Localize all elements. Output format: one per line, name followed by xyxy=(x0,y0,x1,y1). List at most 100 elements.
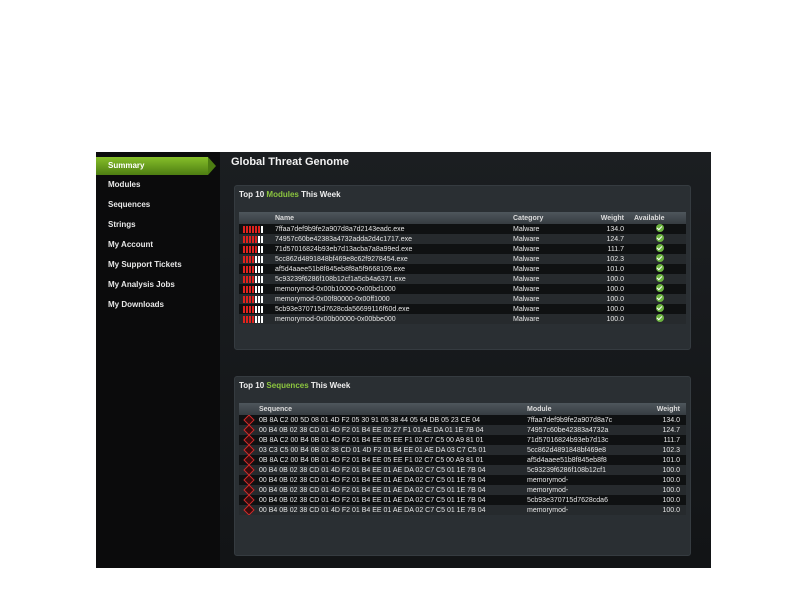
threat-meter-bar xyxy=(255,295,257,303)
sequence-module-cell[interactable]: af5d4aaee51b8f845eb8f8 xyxy=(527,455,628,465)
table-row[interactable]: 5c93239f6286f108b12cf1a5cb4a6371.exe Malw… xyxy=(239,274,686,284)
sidebar-item-strings[interactable]: Strings xyxy=(96,215,220,235)
table-row[interactable]: 00 B4 0B 02 38 CD 01 4D F2 01 B4 EE 01 A… xyxy=(239,495,686,505)
sequence-bytes-cell[interactable]: 0B 8A C2 00 5D 08 01 4D F2 05 30 91 05 3… xyxy=(259,415,527,425)
module-name-cell[interactable]: 74957c60be42383a4732adda2d4c1717.exe xyxy=(275,234,513,244)
module-weight-cell: 100.0 xyxy=(571,304,634,314)
table-row[interactable]: 0B 8A C2 00 B4 0B 01 4D F2 01 B4 EE 05 E… xyxy=(239,455,686,465)
sequence-module-cell[interactable]: memorymod- xyxy=(527,505,628,515)
col-weight-header[interactable]: Weight xyxy=(571,212,634,224)
module-weight-cell: 111.7 xyxy=(571,244,634,254)
table-row[interactable]: 71d57016824b93eb7d13acba7a8a99ed.exe Malw… xyxy=(239,244,686,254)
sequences-table: Sequence Module Weight 0B 8A C2 00 5D 08… xyxy=(239,403,686,515)
threat-meter-bar xyxy=(258,245,260,253)
module-name-cell[interactable]: 5c93239f6286f108b12cf1a5cb4a6371.exe xyxy=(275,274,513,284)
table-row[interactable]: memorymod-0x00b00000-0x00bbe000 Malware 10… xyxy=(239,314,686,324)
col-sequence-header[interactable]: Sequence xyxy=(259,403,527,415)
check-circle-icon xyxy=(656,314,664,322)
table-row[interactable]: 03 C3 C5 00 B4 0B 02 38 CD 01 4D F2 01 B… xyxy=(239,445,686,455)
threat-meter-bar xyxy=(246,295,248,303)
table-row[interactable]: 7ffaa7def9b9fe2a907d8a7d2143eadc.exe Malw… xyxy=(239,224,686,234)
col-name-header[interactable]: Name xyxy=(275,212,513,224)
module-name-cell[interactable]: 7ffaa7def9b9fe2a907d8a7d2143eadc.exe xyxy=(275,224,513,234)
sidebar-item-sequences[interactable]: Sequences xyxy=(96,195,220,215)
table-row[interactable]: 00 B4 0B 02 38 CD 01 4D F2 01 B4 EE 01 A… xyxy=(239,485,686,495)
sidebar-item-my-analysis-jobs[interactable]: My Analysis Jobs xyxy=(96,275,220,295)
threat-meter-bar xyxy=(255,305,257,313)
module-name-cell[interactable]: 5cb93e370715d7628cda56699116f60d.exe xyxy=(275,304,513,314)
module-category-cell: Malware xyxy=(513,244,571,254)
table-row[interactable]: 00 B4 0B 02 38 CD 01 4D F2 01 B4 EE 01 A… xyxy=(239,505,686,515)
table-row[interactable]: af5d4aaee51b8f845eb8f8a5f9668109.exe Malw… xyxy=(239,264,686,274)
sequence-icon-cell xyxy=(239,465,259,475)
sidebar-item-my-support-tickets[interactable]: My Support Tickets xyxy=(96,255,220,275)
sequences-panel: Top 10 Sequences This Week Sequence Modu… xyxy=(234,376,691,556)
threat-meter-bar xyxy=(261,295,263,303)
threat-meter-bars xyxy=(239,274,275,284)
sequence-bytes-cell[interactable]: 00 B4 0B 02 38 CD 01 4D F2 01 B4 EE 01 A… xyxy=(259,465,527,475)
threat-meter-bar xyxy=(255,245,257,253)
sequence-bytes-cell[interactable]: 00 B4 0B 02 38 CD 01 4D F2 01 B4 EE 02 2… xyxy=(259,425,527,435)
sequence-weight-cell: 100.0 xyxy=(628,505,686,515)
sidebar-item-modules[interactable]: Modules xyxy=(96,175,220,195)
module-name-cell[interactable]: af5d4aaee51b8f845eb8f8a5f9668109.exe xyxy=(275,264,513,274)
module-name-cell[interactable]: memorymod-0x00b10000-0x00bd1000 xyxy=(275,284,513,294)
sequence-module-cell[interactable]: memorymod- xyxy=(527,475,628,485)
module-category-cell: Malware xyxy=(513,254,571,264)
module-available-cell xyxy=(634,274,686,284)
table-row[interactable]: 0B 8A C2 00 5D 08 01 4D F2 05 30 91 05 3… xyxy=(239,415,686,425)
sequence-weight-cell: 100.0 xyxy=(628,495,686,505)
threat-meter-bar xyxy=(261,235,263,243)
sequence-module-cell[interactable]: memorymod- xyxy=(527,485,628,495)
sequence-module-cell[interactable]: 5c93239f6286f108b12cf1 xyxy=(527,465,628,475)
sequence-weight-cell: 100.0 xyxy=(628,485,686,495)
modules-table-body: 7ffaa7def9b9fe2a907d8a7d2143eadc.exe Malw… xyxy=(239,224,686,324)
sidebar-item-summary[interactable]: Summary xyxy=(96,157,216,175)
module-name-cell[interactable]: memorymod-0x00b00000-0x00bbe000 xyxy=(275,314,513,324)
threat-meter-bars xyxy=(239,294,275,304)
module-available-cell xyxy=(634,244,686,254)
table-row[interactable]: 00 B4 0B 02 38 CD 01 4D F2 01 B4 EE 02 2… xyxy=(239,425,686,435)
sequence-bytes-cell[interactable]: 00 B4 0B 02 38 CD 01 4D F2 01 B4 EE 01 A… xyxy=(259,505,527,515)
sequence-module-cell[interactable]: 5cc862d4891848bf469e8 xyxy=(527,445,628,455)
threat-meter-bar xyxy=(252,285,254,293)
sidebar-item-my-downloads[interactable]: My Downloads xyxy=(96,295,220,315)
sequence-module-cell[interactable]: 7ffaa7def9b9fe2a907d8a7c xyxy=(527,415,628,425)
sequence-bytes-cell[interactable]: 0B 8A C2 00 B4 0B 01 4D F2 01 B4 EE 05 E… xyxy=(259,435,527,445)
table-row[interactable]: memorymod-0x00f80000-0x00ff1000 Malware 10… xyxy=(239,294,686,304)
sequence-module-cell[interactable]: 5cb93e370715d7628cda6 xyxy=(527,495,628,505)
threat-meter-bar xyxy=(258,265,260,273)
main-content: Global Threat Genome Top 10 Modules This… xyxy=(220,152,711,568)
table-row[interactable]: 74957c60be42383a4732adda2d4c1717.exe Malw… xyxy=(239,234,686,244)
table-row[interactable]: 5cc862d4891848bf469e8c62f9278454.exe Malw… xyxy=(239,254,686,264)
module-name-cell[interactable]: memorymod-0x00f80000-0x00ff1000 xyxy=(275,294,513,304)
module-name-cell[interactable]: 71d57016824b93eb7d13acba7a8a99ed.exe xyxy=(275,244,513,254)
threat-meter-bars xyxy=(239,244,275,254)
table-row[interactable]: 00 B4 0B 02 38 CD 01 4D F2 01 B4 EE 01 A… xyxy=(239,475,686,485)
modules-panel: Top 10 Modules This Week Name Category W… xyxy=(234,185,691,350)
threat-meter-bar xyxy=(249,245,251,253)
col-category-header[interactable]: Category xyxy=(513,212,571,224)
check-circle-icon xyxy=(656,264,664,272)
col-available-header[interactable]: Available xyxy=(634,212,686,224)
module-name-cell[interactable]: 5cc862d4891848bf469e8c62f9278454.exe xyxy=(275,254,513,264)
sequence-bytes-cell[interactable]: 00 B4 0B 02 38 CD 01 4D F2 01 B4 EE 01 A… xyxy=(259,475,527,485)
sequence-module-cell[interactable]: 74957c60be42383a4732a xyxy=(527,425,628,435)
sequence-module-cell[interactable]: 71d57016824b93eb7d13c xyxy=(527,435,628,445)
table-row[interactable]: 00 B4 0B 02 38 CD 01 4D F2 01 B4 EE 01 A… xyxy=(239,465,686,475)
col-module-header[interactable]: Module xyxy=(527,403,628,415)
threat-meter-bar xyxy=(246,305,248,313)
table-row[interactable]: 0B 8A C2 00 B4 0B 01 4D F2 01 B4 EE 05 E… xyxy=(239,435,686,445)
threat-meter-bar xyxy=(255,235,257,243)
sequence-bytes-cell[interactable]: 0B 8A C2 00 B4 0B 01 4D F2 01 B4 EE 05 E… xyxy=(259,455,527,465)
sequence-icon-cell xyxy=(239,475,259,485)
sidebar-item-my-account[interactable]: My Account xyxy=(96,235,220,255)
sequence-bytes-cell[interactable]: 00 B4 0B 02 38 CD 01 4D F2 01 B4 EE 01 A… xyxy=(259,485,527,495)
sequence-bytes-cell[interactable]: 03 C3 C5 00 B4 0B 02 38 CD 01 4D F2 01 B… xyxy=(259,445,527,455)
threat-meter-icon xyxy=(239,244,275,254)
table-row[interactable]: memorymod-0x00b10000-0x00bd1000 Malware 10… xyxy=(239,284,686,294)
col-seq-weight-header[interactable]: Weight xyxy=(628,403,686,415)
table-row[interactable]: 5cb93e370715d7628cda56699116f60d.exe Malw… xyxy=(239,304,686,314)
threat-meter-bar xyxy=(258,235,260,243)
sequence-bytes-cell[interactable]: 00 B4 0B 02 38 CD 01 4D F2 01 B4 EE 01 A… xyxy=(259,495,527,505)
